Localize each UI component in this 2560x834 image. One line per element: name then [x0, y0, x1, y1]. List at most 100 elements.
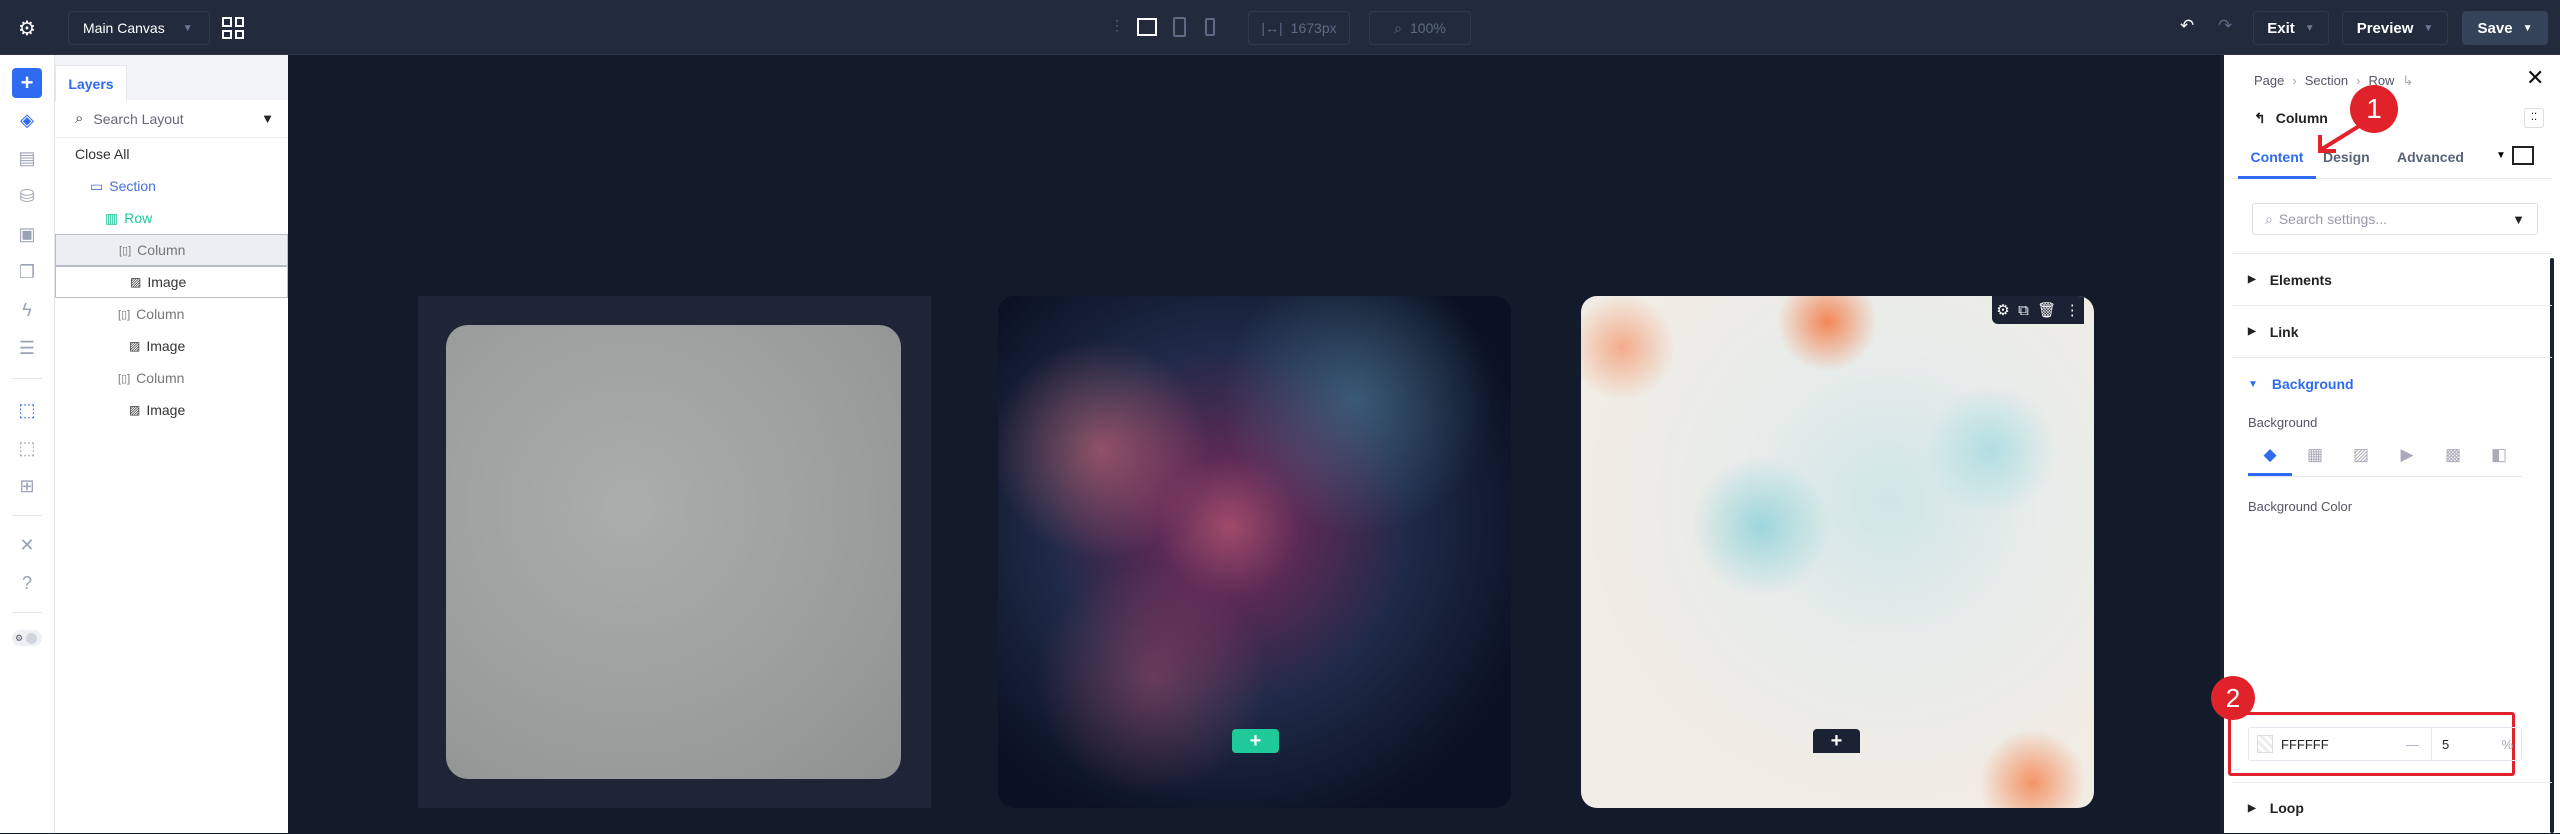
select-element-icon[interactable]: ⬚ — [12, 395, 42, 425]
exit-label: Exit — [2267, 19, 2295, 37]
video-icon[interactable]: ▶ — [2384, 445, 2430, 476]
desktop-view-icon[interactable] — [1137, 18, 1157, 36]
add-module-button[interactable]: + — [1232, 729, 1279, 753]
preview-label: Preview — [2356, 19, 2414, 37]
layer-column[interactable]: [▯] Column — [55, 362, 288, 394]
chevron-down-icon[interactable]: ▼ — [2496, 150, 2506, 161]
gradient-icon[interactable]: ▦ — [2292, 445, 2338, 476]
section-elements[interactable]: ▶ Elements — [2232, 254, 2552, 306]
forms-icon[interactable]: ☰ — [12, 333, 42, 363]
left-icon-bar: + ◈ ▤ ⛁ ▣ ❐ ϟ ☰ ⬚ ⬚ ⊞ ✕ ? ⚙ — [0, 55, 55, 833]
preview-button[interactable]: Preview ▼ — [2342, 11, 2448, 45]
pattern-icon[interactable]: ▩ — [2430, 445, 2476, 476]
theme-builder-icon[interactable]: ▤ — [12, 143, 42, 173]
tablet-view-icon[interactable] — [1173, 17, 1186, 37]
search-icon: ⌕ — [1394, 19, 1403, 36]
layer-label: Row — [124, 210, 153, 226]
hover-select-icon[interactable]: ⬚ — [12, 433, 42, 463]
save-button[interactable]: Save ▼ — [2462, 11, 2548, 45]
image-icon: ▨ — [129, 403, 141, 417]
add-row-button[interactable]: + — [1813, 729, 1860, 753]
mask-icon[interactable]: ◧ — [2476, 445, 2522, 476]
tools-icon[interactable]: ✕ — [12, 530, 42, 560]
trash-icon[interactable]: 🗑︎ — [2037, 301, 2056, 319]
section-link[interactable]: ▶ Link — [2232, 306, 2552, 358]
layer-row[interactable]: ▥ Row — [55, 202, 288, 234]
more-vertical-icon[interactable]: ⋮ — [1110, 17, 1124, 34]
column-toolbar: ⚙ ⧉ 🗑︎ ⋮ — [1992, 296, 2084, 324]
color-swatch[interactable] — [2257, 735, 2273, 753]
grid-icon[interactable] — [222, 17, 244, 39]
help-icon[interactable]: ? — [12, 568, 42, 598]
more-vertical-icon[interactable]: ⋮ — [2065, 301, 2080, 319]
top-toolbar: ⚙ Main Canvas ▼ ⋮ |↔| 1673px ⌕ 100% ↶ ↷ Exi… — [0, 0, 2560, 55]
layer-column[interactable]: [▯] Column — [55, 298, 288, 330]
tab-advanced[interactable]: Advanced — [2397, 149, 2464, 165]
width-input[interactable]: |↔| 1673px — [1248, 11, 1350, 45]
layer-label: Column — [136, 306, 185, 322]
opacity-input[interactable]: 5% — [2431, 728, 2521, 760]
layer-label: Image — [146, 338, 186, 354]
layer-image[interactable]: ▨ Image — [55, 266, 288, 298]
annotation-badge-2: 2 — [2211, 676, 2255, 720]
layer-column[interactable]: [▯] Column — [55, 234, 288, 266]
column-1[interactable] — [418, 296, 931, 808]
layers-icon[interactable]: ◈ — [12, 105, 42, 135]
chevron-down-icon: ▼ — [2304, 22, 2315, 34]
close-all-button[interactable]: Close All — [55, 138, 288, 170]
search-icon: ⌕ — [2265, 210, 2273, 227]
layers-search[interactable]: ⌕ Search Layout ▼ — [55, 100, 288, 138]
section-icon: ▭ — [90, 177, 104, 194]
redo-icon[interactable]: ↷ — [2218, 16, 2232, 36]
paint-bucket-icon[interactable]: ◆ — [2248, 445, 2292, 476]
filter-icon[interactable]: ▼ — [2512, 212, 2525, 227]
tab-content[interactable]: Content — [2238, 149, 2316, 179]
lightning-icon[interactable]: ϟ — [12, 295, 42, 325]
background-label: Background — [2248, 415, 2318, 430]
layers-panel: Layers ⌕ Search Layout ▼ Close All ▭ Sect… — [55, 55, 288, 833]
layer-section[interactable]: ▭ Section — [55, 170, 288, 202]
settings-gear-icon[interactable]: ⚙ — [18, 16, 36, 41]
chevron-down-icon: ▼ — [2423, 22, 2434, 34]
row-icon: ▥ — [105, 209, 119, 226]
color-hex-value[interactable]: FFFFFF — [2281, 737, 2329, 752]
database-icon[interactable]: ⛁ — [12, 181, 42, 211]
add-element-button[interactable]: + — [12, 68, 42, 98]
search-placeholder: Search settings... — [2278, 211, 2388, 227]
column-icon: [▯] — [118, 308, 131, 321]
layer-image[interactable]: ▨ Image — [55, 330, 288, 362]
section-loop[interactable]: ▶ Loop — [2232, 782, 2552, 834]
breadcrumb-page[interactable]: Page — [2254, 73, 2284, 89]
breadcrumb-section[interactable]: Section — [2305, 73, 2348, 89]
layer-label: Column — [136, 370, 185, 386]
canvas-select[interactable]: Main Canvas ▼ — [68, 11, 210, 45]
back-icon[interactable]: ↰ — [2254, 110, 2266, 126]
chevron-down-icon: ▼ — [182, 22, 193, 34]
presets-icon[interactable]: ⁚⁚ — [2524, 108, 2544, 128]
search-layout-input[interactable]: Search Layout — [93, 111, 183, 127]
duplicate-icon[interactable]: ⧉ — [2018, 302, 2029, 319]
close-icon[interactable]: ✕ — [2526, 65, 2544, 91]
phone-view-icon[interactable] — [1205, 18, 1215, 36]
zoom-input[interactable]: ⌕ 100% — [1369, 11, 1471, 45]
exit-button[interactable]: Exit ▼ — [2253, 11, 2329, 45]
undo-icon[interactable]: ↶ — [2180, 16, 2194, 36]
color-input[interactable]: FFFFFF — 5% — [2248, 727, 2522, 761]
image-icon[interactable]: ▨ — [2338, 445, 2384, 476]
concrete-texture-image[interactable] — [446, 325, 901, 779]
settings-gear-icon[interactable]: ⚙ — [1996, 301, 2009, 319]
modules-icon[interactable]: ▣ — [12, 219, 42, 249]
preview-layout-icon[interactable]: ⊞ — [12, 471, 42, 501]
column-icon: [▯] — [119, 244, 132, 257]
section-label: Elements — [2269, 271, 2332, 288]
section-background[interactable]: ▼ Background — [2232, 358, 2552, 410]
zoom-value: 100% — [1410, 20, 1446, 36]
tab-layers[interactable]: Layers — [55, 65, 127, 101]
layer-image[interactable]: ▨ Image — [55, 394, 288, 426]
theme-toggle[interactable]: ⚙ — [12, 630, 42, 646]
pages-icon[interactable]: ❐ — [12, 257, 42, 287]
device-icon[interactable] — [2512, 146, 2534, 165]
filter-icon[interactable]: ▼ — [261, 111, 274, 126]
background-color-label: Background Color — [2248, 499, 2353, 514]
search-settings-input[interactable]: ⌕ Search settings... ▼ — [2252, 203, 2538, 235]
